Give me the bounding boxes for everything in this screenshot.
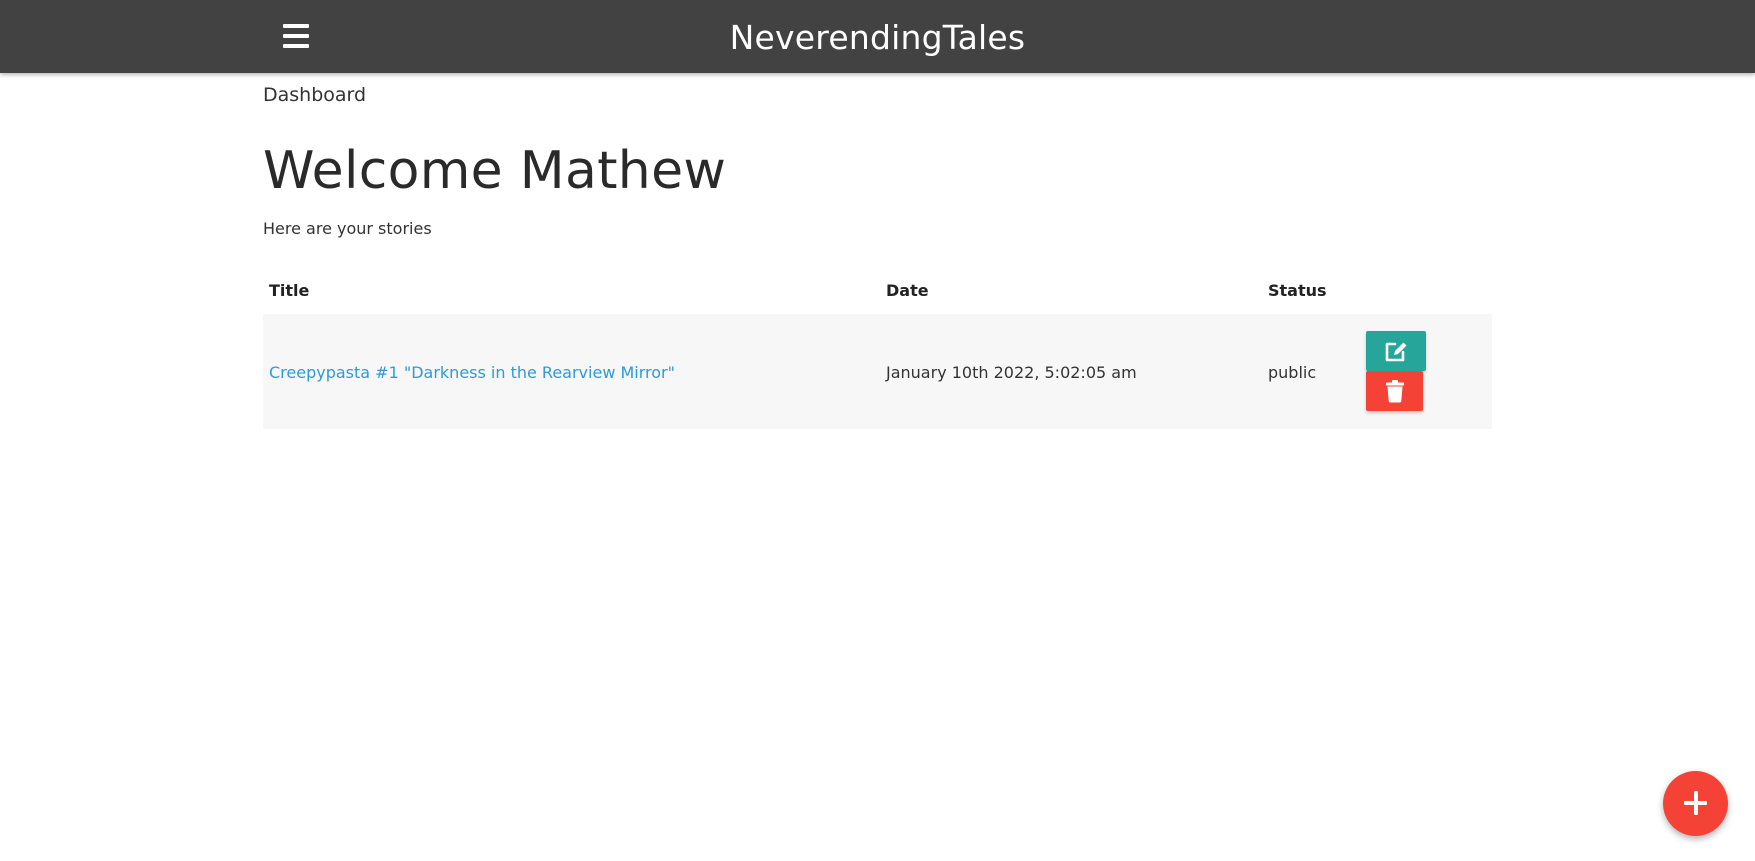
trash-icon (1386, 380, 1404, 403)
edit-pencil-square-icon (1385, 342, 1407, 362)
column-header-date: Date (886, 281, 929, 300)
page-subtitle: Here are your stories (263, 219, 432, 238)
story-status: public (1268, 363, 1317, 382)
story-date: January 10th 2022, 5:02:05 am (886, 363, 1137, 382)
delete-story-button[interactable] (1366, 371, 1423, 411)
table-header: Title Date Status (263, 263, 1492, 314)
edit-story-button[interactable] (1366, 331, 1426, 371)
stories-table: Title Date Status Creepypasta #1 "Darkne… (263, 263, 1492, 429)
table-row: Creepypasta #1 "Darkness in the Rearview… (263, 314, 1492, 429)
brand-logo[interactable]: NeverendingTales (0, 14, 1755, 62)
column-header-status: Status (1268, 281, 1327, 300)
top-navbar: NeverendingTales (0, 0, 1755, 73)
column-header-title: Title (269, 281, 310, 300)
add-story-button[interactable] (1663, 771, 1728, 836)
story-title-link[interactable]: Creepypasta #1 "Darkness in the Rearview… (269, 363, 675, 382)
page-title: Welcome Mathew (263, 141, 727, 201)
breadcrumb: Dashboard (263, 84, 367, 106)
